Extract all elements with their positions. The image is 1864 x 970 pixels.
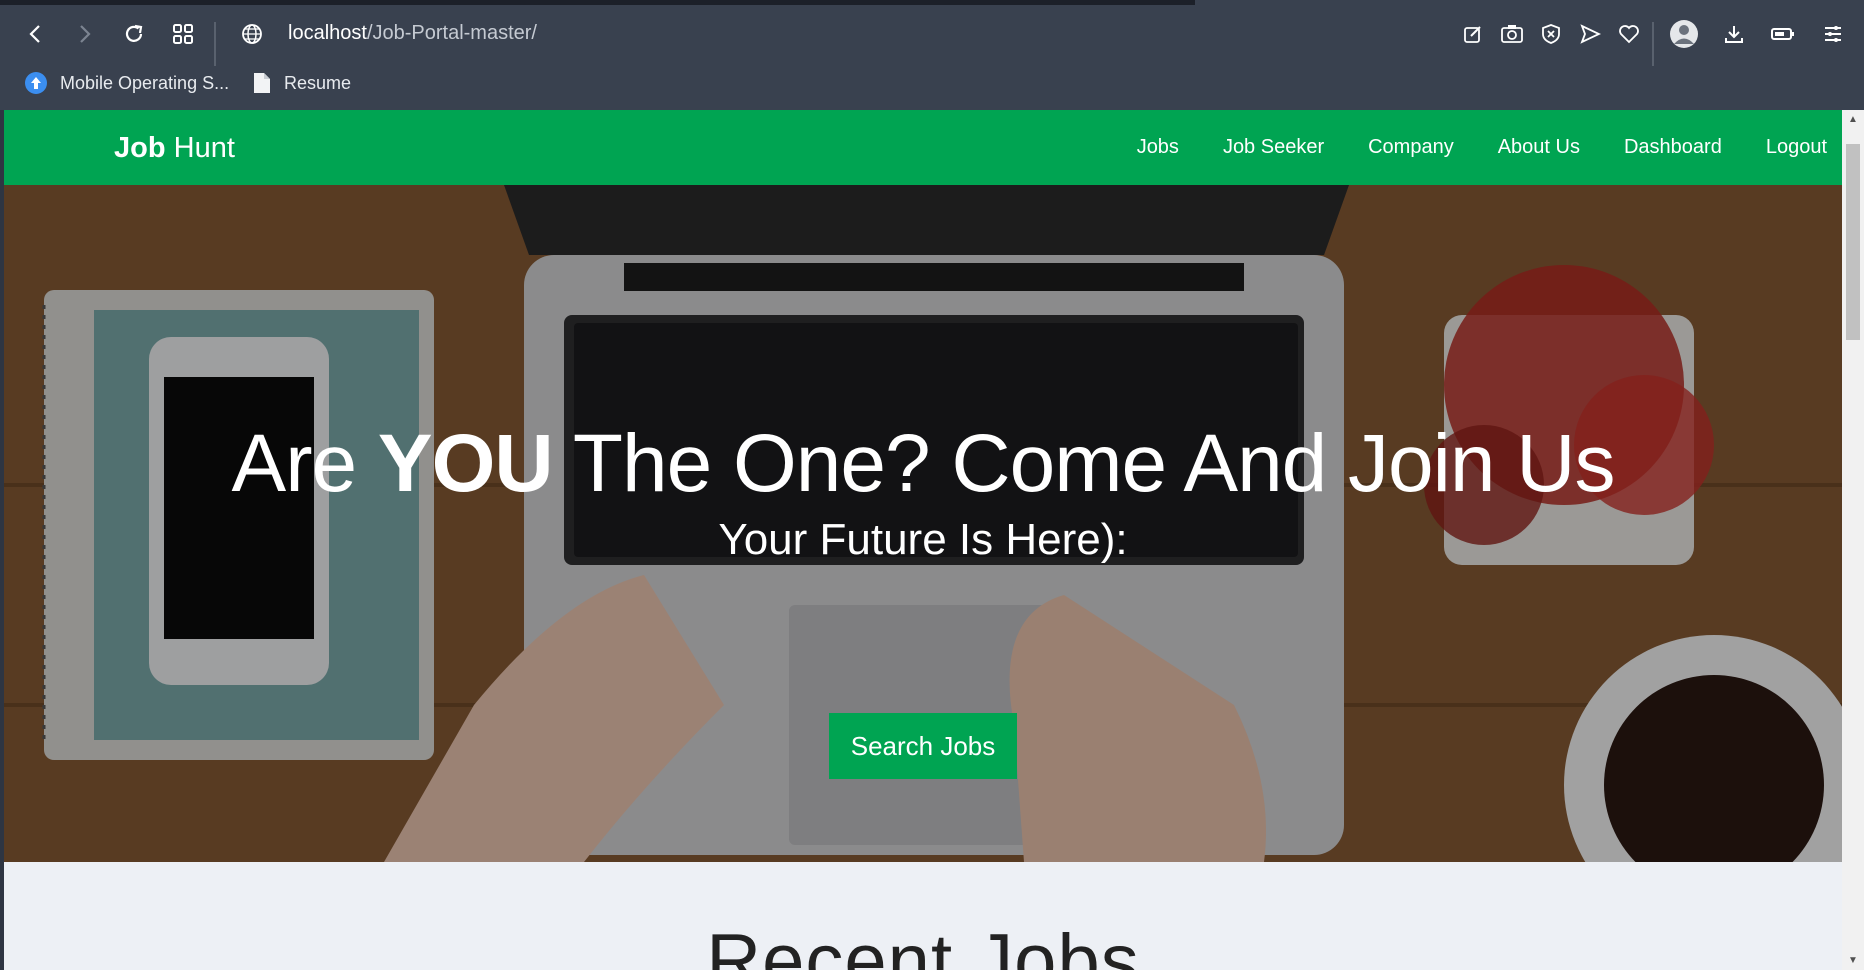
ad-block-icon[interactable] — [1531, 10, 1571, 58]
browser-chrome: localhost/Job-Portal-master/ Mobile Oper… — [0, 0, 1864, 110]
toolbar-divider — [1652, 22, 1654, 66]
edit-icon[interactable] — [1453, 10, 1493, 58]
nav-link-dashboard[interactable]: Dashboard — [1624, 136, 1722, 159]
reload-icon[interactable] — [114, 10, 154, 58]
scroll-down-icon[interactable]: ▼ — [1848, 955, 1858, 966]
battery-icon[interactable] — [1763, 10, 1803, 58]
search-jobs-button[interactable]: Search Jobs — [829, 713, 1017, 779]
brand-rest: Hunt — [173, 132, 235, 164]
bookmark-mobile-os[interactable]: Mobile Operating S... — [24, 66, 229, 100]
hero-title-bold: YOU — [377, 418, 554, 509]
globe-icon[interactable] — [232, 10, 272, 58]
hero-title: Are YOU The One? Come And Join Us — [4, 417, 1842, 511]
forward-icon[interactable] — [64, 10, 104, 58]
profile-avatar-icon[interactable] — [1664, 10, 1704, 58]
address-bar[interactable]: localhost/Job-Portal-master/ — [288, 22, 537, 45]
download-icon[interactable] — [1714, 10, 1754, 58]
document-icon — [254, 73, 270, 93]
scroll-thumb[interactable] — [1846, 144, 1860, 340]
nav-link-jobs[interactable]: Jobs — [1137, 136, 1179, 159]
brand-logo[interactable]: Job Hunt — [114, 132, 235, 165]
brand-bold: Job — [114, 132, 166, 164]
heart-icon[interactable] — [1609, 10, 1649, 58]
site-navbar: Job Hunt Jobs Job Seeker Company About U… — [4, 110, 1842, 185]
toolbar-divider — [214, 22, 216, 66]
url-host: localhost — [288, 22, 367, 44]
upload-circle-icon — [25, 72, 47, 94]
camera-icon[interactable] — [1492, 10, 1532, 58]
scroll-up-icon[interactable]: ▲ — [1848, 114, 1858, 125]
nav-link-logout[interactable]: Logout — [1766, 136, 1827, 159]
menu-icon[interactable] — [1813, 10, 1853, 58]
active-tab-strip — [0, 0, 1195, 5]
hero-title-post: The One? Come And Join Us — [572, 418, 1616, 509]
nav-link-about-us[interactable]: About Us — [1498, 136, 1580, 159]
page-scrollbar[interactable]: ▲ ▼ — [1842, 110, 1864, 970]
hero-title-pre: Are — [231, 418, 358, 509]
back-icon[interactable] — [16, 10, 56, 58]
page-viewport: Job Hunt Jobs Job Seeker Company About U… — [4, 110, 1842, 970]
bookmark-resume[interactable]: Resume — [252, 66, 351, 100]
recent-jobs-heading: Recent Jobs — [706, 919, 1140, 970]
hero-banner: Are YOU The One? Come And Join Us Your F… — [4, 185, 1842, 862]
bookmark-label: Mobile Operating S... — [60, 72, 230, 93]
browser-toolbar: localhost/Job-Portal-master/ — [0, 10, 1864, 66]
nav-link-company[interactable]: Company — [1368, 136, 1454, 159]
bookmark-label: Resume — [284, 72, 352, 93]
nav-link-job-seeker[interactable]: Job Seeker — [1223, 136, 1324, 159]
nav-links: Jobs Job Seeker Company About Us Dashboa… — [1093, 110, 1827, 185]
send-icon[interactable] — [1570, 10, 1610, 58]
speed-dial-icon[interactable] — [163, 10, 203, 58]
url-path: /Job-Portal-master/ — [366, 22, 537, 44]
hero-subtitle: Your Future Is Here): — [718, 515, 1128, 564]
bookmarks-bar: Mobile Operating S... Resume — [0, 66, 1864, 100]
